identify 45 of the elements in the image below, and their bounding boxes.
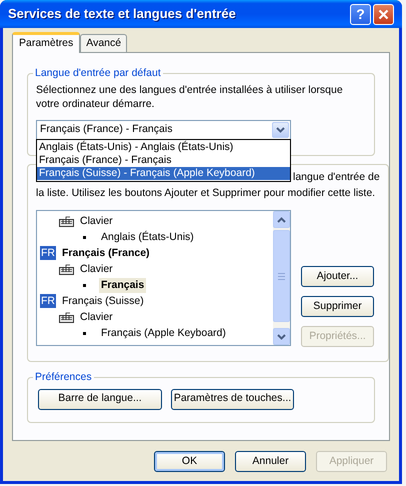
language-badge: FR xyxy=(40,246,56,260)
tree-item[interactable]: Clavier xyxy=(78,310,115,324)
button[interactable]: Annuler xyxy=(235,451,306,472)
button[interactable]: Paramètres de touches... xyxy=(171,388,294,410)
window-title: Services de texte et langues d'entrée xyxy=(8,5,237,24)
close-icon xyxy=(378,8,389,20)
tree-item[interactable]: Français xyxy=(99,278,146,292)
description-text: langue d'entrée de xyxy=(293,171,380,183)
keyboard-icon xyxy=(59,216,74,226)
bullet-icon xyxy=(83,236,86,238)
tab[interactable]: Avancé xyxy=(80,34,128,52)
keyboard-icon xyxy=(59,312,74,322)
button[interactable]: Supprimer xyxy=(301,296,374,317)
dropdown-arrow-button[interactable] xyxy=(272,122,289,138)
dropdown-option[interactable]: Français (Suisse) - Français (Apple Keyboard) xyxy=(37,166,290,180)
description-text: la liste. Utilisez les boutons Ajouter et Supprimer pour modifier cette liste. xyxy=(36,186,376,200)
tree-item[interactable]: Français (Apple Keyboard) xyxy=(99,326,228,340)
group-label: Langue d'entrée par défaut xyxy=(34,66,162,81)
bullet-icon xyxy=(83,284,86,286)
tree-item[interactable]: Français (Suisse) xyxy=(60,294,146,308)
keyboard-icon xyxy=(59,264,74,274)
scroll-up-button[interactable] xyxy=(273,211,290,228)
tab[interactable]: Paramètres xyxy=(12,32,80,53)
grip-icon xyxy=(278,272,285,280)
bullet-icon xyxy=(83,332,86,334)
chevron-down-icon xyxy=(277,334,286,340)
group-label: Préférences xyxy=(34,370,93,385)
help-button[interactable]: ? xyxy=(350,4,371,24)
dropdown-option[interactable]: Français (France) - Français xyxy=(37,154,290,167)
description-text: Sélectionnez une des langues d'entrée installées à utiliser lorsque votre ordinateur démarre. xyxy=(36,82,344,111)
chevron-up-icon xyxy=(277,216,286,222)
scroll-down-button[interactable] xyxy=(273,328,290,345)
tree-item[interactable]: Français (France) xyxy=(60,246,152,260)
language-dropdown[interactable]: Français (France) - Français xyxy=(36,120,291,140)
tree-item[interactable]: Clavier xyxy=(78,262,115,276)
close-button[interactable] xyxy=(373,4,394,24)
dropdown-option[interactable]: Anglais (États-Unis) - Anglais (États-Unis) xyxy=(37,140,290,154)
tree-item[interactable]: Clavier xyxy=(78,214,115,228)
button[interactable]: Barre de langue... xyxy=(38,388,162,410)
scroll-thumb[interactable] xyxy=(273,230,290,322)
tree-item[interactable]: Anglais (États-Unis) xyxy=(99,230,196,244)
button[interactable]: Ajouter... xyxy=(301,266,374,287)
language-badge: FR xyxy=(40,294,56,308)
button[interactable]: OK xyxy=(154,451,225,472)
chevron-down-icon xyxy=(276,126,285,133)
